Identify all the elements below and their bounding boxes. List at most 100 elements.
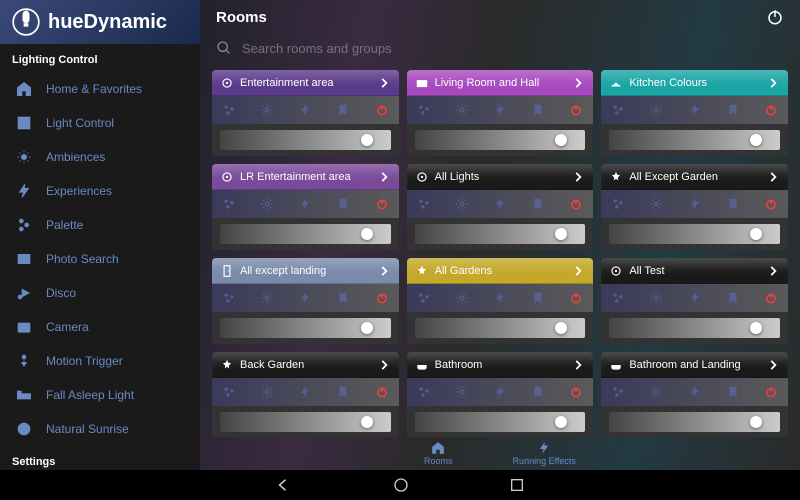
gear-icon[interactable] — [455, 385, 469, 399]
room-header[interactable]: Living Room and Hall — [407, 70, 594, 96]
bolt-icon[interactable] — [298, 103, 312, 117]
brightness-slider[interactable] — [220, 224, 391, 244]
power-icon[interactable] — [569, 291, 583, 305]
sidebar-item-ambiences[interactable]: Ambiences — [0, 140, 200, 174]
brightness-slider[interactable] — [415, 224, 586, 244]
bookmark-icon[interactable] — [336, 103, 350, 117]
room-card[interactable]: Kitchen Colours — [601, 70, 788, 156]
power-icon[interactable] — [569, 197, 583, 211]
gear-icon[interactable] — [649, 291, 663, 305]
bolt-icon[interactable] — [493, 103, 507, 117]
bookmark-icon[interactable] — [336, 291, 350, 305]
bookmark-icon[interactable] — [531, 385, 545, 399]
bookmark-icon[interactable] — [726, 291, 740, 305]
bookmark-icon[interactable] — [336, 197, 350, 211]
gear-icon[interactable] — [260, 103, 274, 117]
room-header[interactable]: All except landing — [212, 258, 399, 284]
slider-thumb[interactable] — [361, 322, 373, 334]
slider-thumb[interactable] — [750, 416, 762, 428]
gear-icon[interactable] — [260, 291, 274, 305]
power-icon[interactable] — [375, 103, 389, 117]
brightness-slider[interactable] — [220, 412, 391, 432]
slider-thumb[interactable] — [555, 322, 567, 334]
sidebar-item-light-control[interactable]: Light Control — [0, 106, 200, 140]
power-icon[interactable] — [764, 197, 778, 211]
tab-rooms[interactable]: Rooms — [424, 441, 453, 466]
gear-icon[interactable] — [260, 197, 274, 211]
tab-effects[interactable]: Running Effects — [513, 441, 576, 466]
brightness-slider[interactable] — [609, 412, 780, 432]
room-card[interactable]: Entertainment area — [212, 70, 399, 156]
gear-icon[interactable] — [260, 385, 274, 399]
palette-icon[interactable] — [222, 103, 236, 117]
search-input[interactable] — [242, 41, 784, 56]
bookmark-icon[interactable] — [726, 385, 740, 399]
gear-icon[interactable] — [455, 291, 469, 305]
bolt-icon[interactable] — [493, 291, 507, 305]
search-bar[interactable] — [200, 34, 800, 62]
room-header[interactable]: All Test — [601, 258, 788, 284]
slider-thumb[interactable] — [555, 228, 567, 240]
bolt-icon[interactable] — [688, 197, 702, 211]
brightness-slider[interactable] — [609, 130, 780, 150]
sidebar-item-home-favorites[interactable]: Home & Favorites — [0, 72, 200, 106]
palette-icon[interactable] — [417, 197, 431, 211]
recent-button[interactable] — [509, 477, 525, 493]
bookmark-icon[interactable] — [336, 385, 350, 399]
brightness-slider[interactable] — [415, 412, 586, 432]
room-header[interactable]: LR Entertainment area — [212, 164, 399, 190]
room-header[interactable]: All Lights — [407, 164, 594, 190]
room-card[interactable]: Back Garden — [212, 352, 399, 437]
power-icon[interactable] — [764, 385, 778, 399]
power-icon[interactable] — [764, 103, 778, 117]
room-card[interactable]: All Test — [601, 258, 788, 344]
room-card[interactable]: All except landing — [212, 258, 399, 344]
slider-thumb[interactable] — [361, 134, 373, 146]
bookmark-icon[interactable] — [726, 197, 740, 211]
room-header[interactable]: Bathroom and Landing — [601, 352, 788, 378]
room-header[interactable]: Bathroom — [407, 352, 594, 378]
sidebar-item-natural-sunrise[interactable]: Natural Sunrise — [0, 412, 200, 446]
room-card[interactable]: Bathroom — [407, 352, 594, 437]
brightness-slider[interactable] — [609, 318, 780, 338]
gear-icon[interactable] — [455, 197, 469, 211]
sidebar-item-camera[interactable]: Camera — [0, 310, 200, 344]
power-icon[interactable] — [766, 8, 784, 26]
room-card[interactable]: All Except Garden — [601, 164, 788, 250]
power-icon[interactable] — [764, 291, 778, 305]
sidebar-item-photo-search[interactable]: Photo Search — [0, 242, 200, 276]
gear-icon[interactable] — [455, 103, 469, 117]
sidebar-item-disco[interactable]: Disco — [0, 276, 200, 310]
sidebar-item-experiences[interactable]: Experiences — [0, 174, 200, 208]
bookmark-icon[interactable] — [531, 103, 545, 117]
bolt-icon[interactable] — [298, 385, 312, 399]
room-card[interactable]: LR Entertainment area — [212, 164, 399, 250]
palette-icon[interactable] — [417, 385, 431, 399]
sidebar-item-motion-trigger[interactable]: Motion Trigger — [0, 344, 200, 378]
power-icon[interactable] — [569, 103, 583, 117]
brightness-slider[interactable] — [609, 224, 780, 244]
bookmark-icon[interactable] — [531, 291, 545, 305]
palette-icon[interactable] — [611, 291, 625, 305]
sidebar-item-palette[interactable]: Palette — [0, 208, 200, 242]
palette-icon[interactable] — [611, 197, 625, 211]
power-icon[interactable] — [375, 197, 389, 211]
room-card[interactable]: Living Room and Hall — [407, 70, 594, 156]
palette-icon[interactable] — [222, 197, 236, 211]
room-card[interactable]: Bathroom and Landing — [601, 352, 788, 437]
brightness-slider[interactable] — [220, 318, 391, 338]
palette-icon[interactable] — [611, 385, 625, 399]
bolt-icon[interactable] — [688, 385, 702, 399]
gear-icon[interactable] — [649, 197, 663, 211]
bolt-icon[interactable] — [493, 197, 507, 211]
bookmark-icon[interactable] — [726, 103, 740, 117]
brightness-slider[interactable] — [415, 318, 586, 338]
power-icon[interactable] — [375, 291, 389, 305]
bolt-icon[interactable] — [298, 291, 312, 305]
bolt-icon[interactable] — [298, 197, 312, 211]
palette-icon[interactable] — [611, 103, 625, 117]
bolt-icon[interactable] — [688, 103, 702, 117]
room-header[interactable]: Entertainment area — [212, 70, 399, 96]
slider-thumb[interactable] — [750, 228, 762, 240]
room-header[interactable]: All Gardens — [407, 258, 594, 284]
